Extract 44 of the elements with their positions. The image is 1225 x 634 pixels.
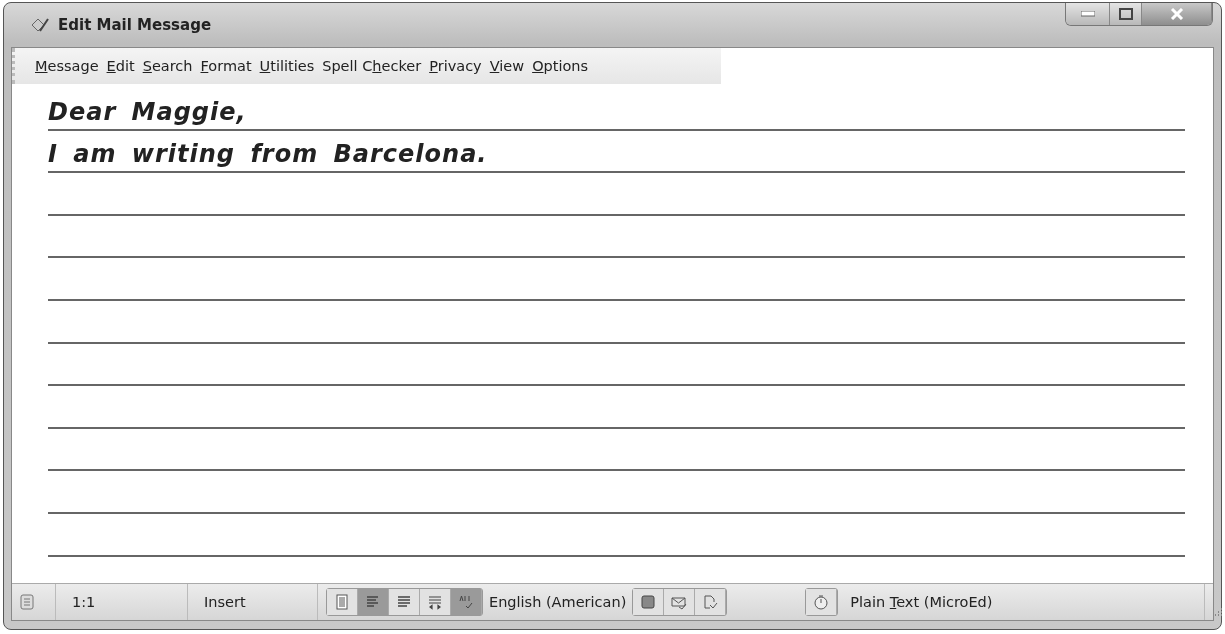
document-check-icon (702, 594, 719, 610)
menu-item[interactable]: Privacy (425, 58, 486, 74)
menu-item[interactable]: Options (528, 58, 593, 74)
editor-mode: Plain Text (MicroEd) (850, 594, 993, 610)
minimize-button[interactable] (1066, 3, 1110, 25)
align-left-icon (365, 594, 381, 610)
spell-check-icon (458, 594, 474, 610)
editor-button[interactable] (806, 589, 838, 615)
wrap-icon (427, 594, 443, 610)
square-icon (640, 594, 657, 610)
menu-item[interactable]: View (485, 58, 529, 74)
minimize-icon (1080, 11, 1095, 17)
language: English (American) (489, 594, 627, 610)
format-button[interactable] (420, 589, 451, 615)
menu-item[interactable]: Utilities (255, 58, 319, 74)
align-justify-icon (396, 594, 412, 610)
page-icon (334, 594, 350, 610)
document-icon (20, 594, 34, 610)
envelope-check-icon (671, 594, 688, 610)
message-line: Dear Maggie, (48, 97, 247, 128)
format-button[interactable] (358, 589, 389, 615)
pencil-mail-icon (30, 16, 50, 34)
message-line: I am writing from Barcelona. (48, 140, 488, 171)
maximize-button[interactable] (1110, 3, 1142, 25)
window-title: Edit Mail Message (58, 16, 213, 34)
message-area[interactable]: Dear Maggie, I am writing from Barcelona. (12, 84, 1213, 583)
menu-item[interactable]: Spell Checker (318, 58, 426, 74)
tool-button[interactable] (695, 589, 727, 615)
tool-button[interactable] (664, 589, 696, 615)
format-button[interactable] (389, 589, 420, 615)
format-button[interactable] (327, 589, 358, 615)
maximize-icon (1118, 8, 1133, 20)
close-button[interactable] (1142, 3, 1212, 25)
menu-item[interactable]: Edit (102, 58, 139, 74)
close-icon (1169, 8, 1184, 20)
format-button[interactable] (451, 589, 482, 615)
insert-mode: Insert (203, 594, 246, 610)
menu-item[interactable]: Search (138, 58, 197, 74)
resize-grip-icon[interactable] (1213, 607, 1224, 617)
menu-item[interactable]: Format (196, 58, 256, 74)
tool-button[interactable] (633, 589, 665, 615)
menu-item[interactable]: Message (31, 58, 103, 74)
cursor-position: 1:1 (71, 594, 96, 610)
stopwatch-icon (813, 594, 830, 610)
